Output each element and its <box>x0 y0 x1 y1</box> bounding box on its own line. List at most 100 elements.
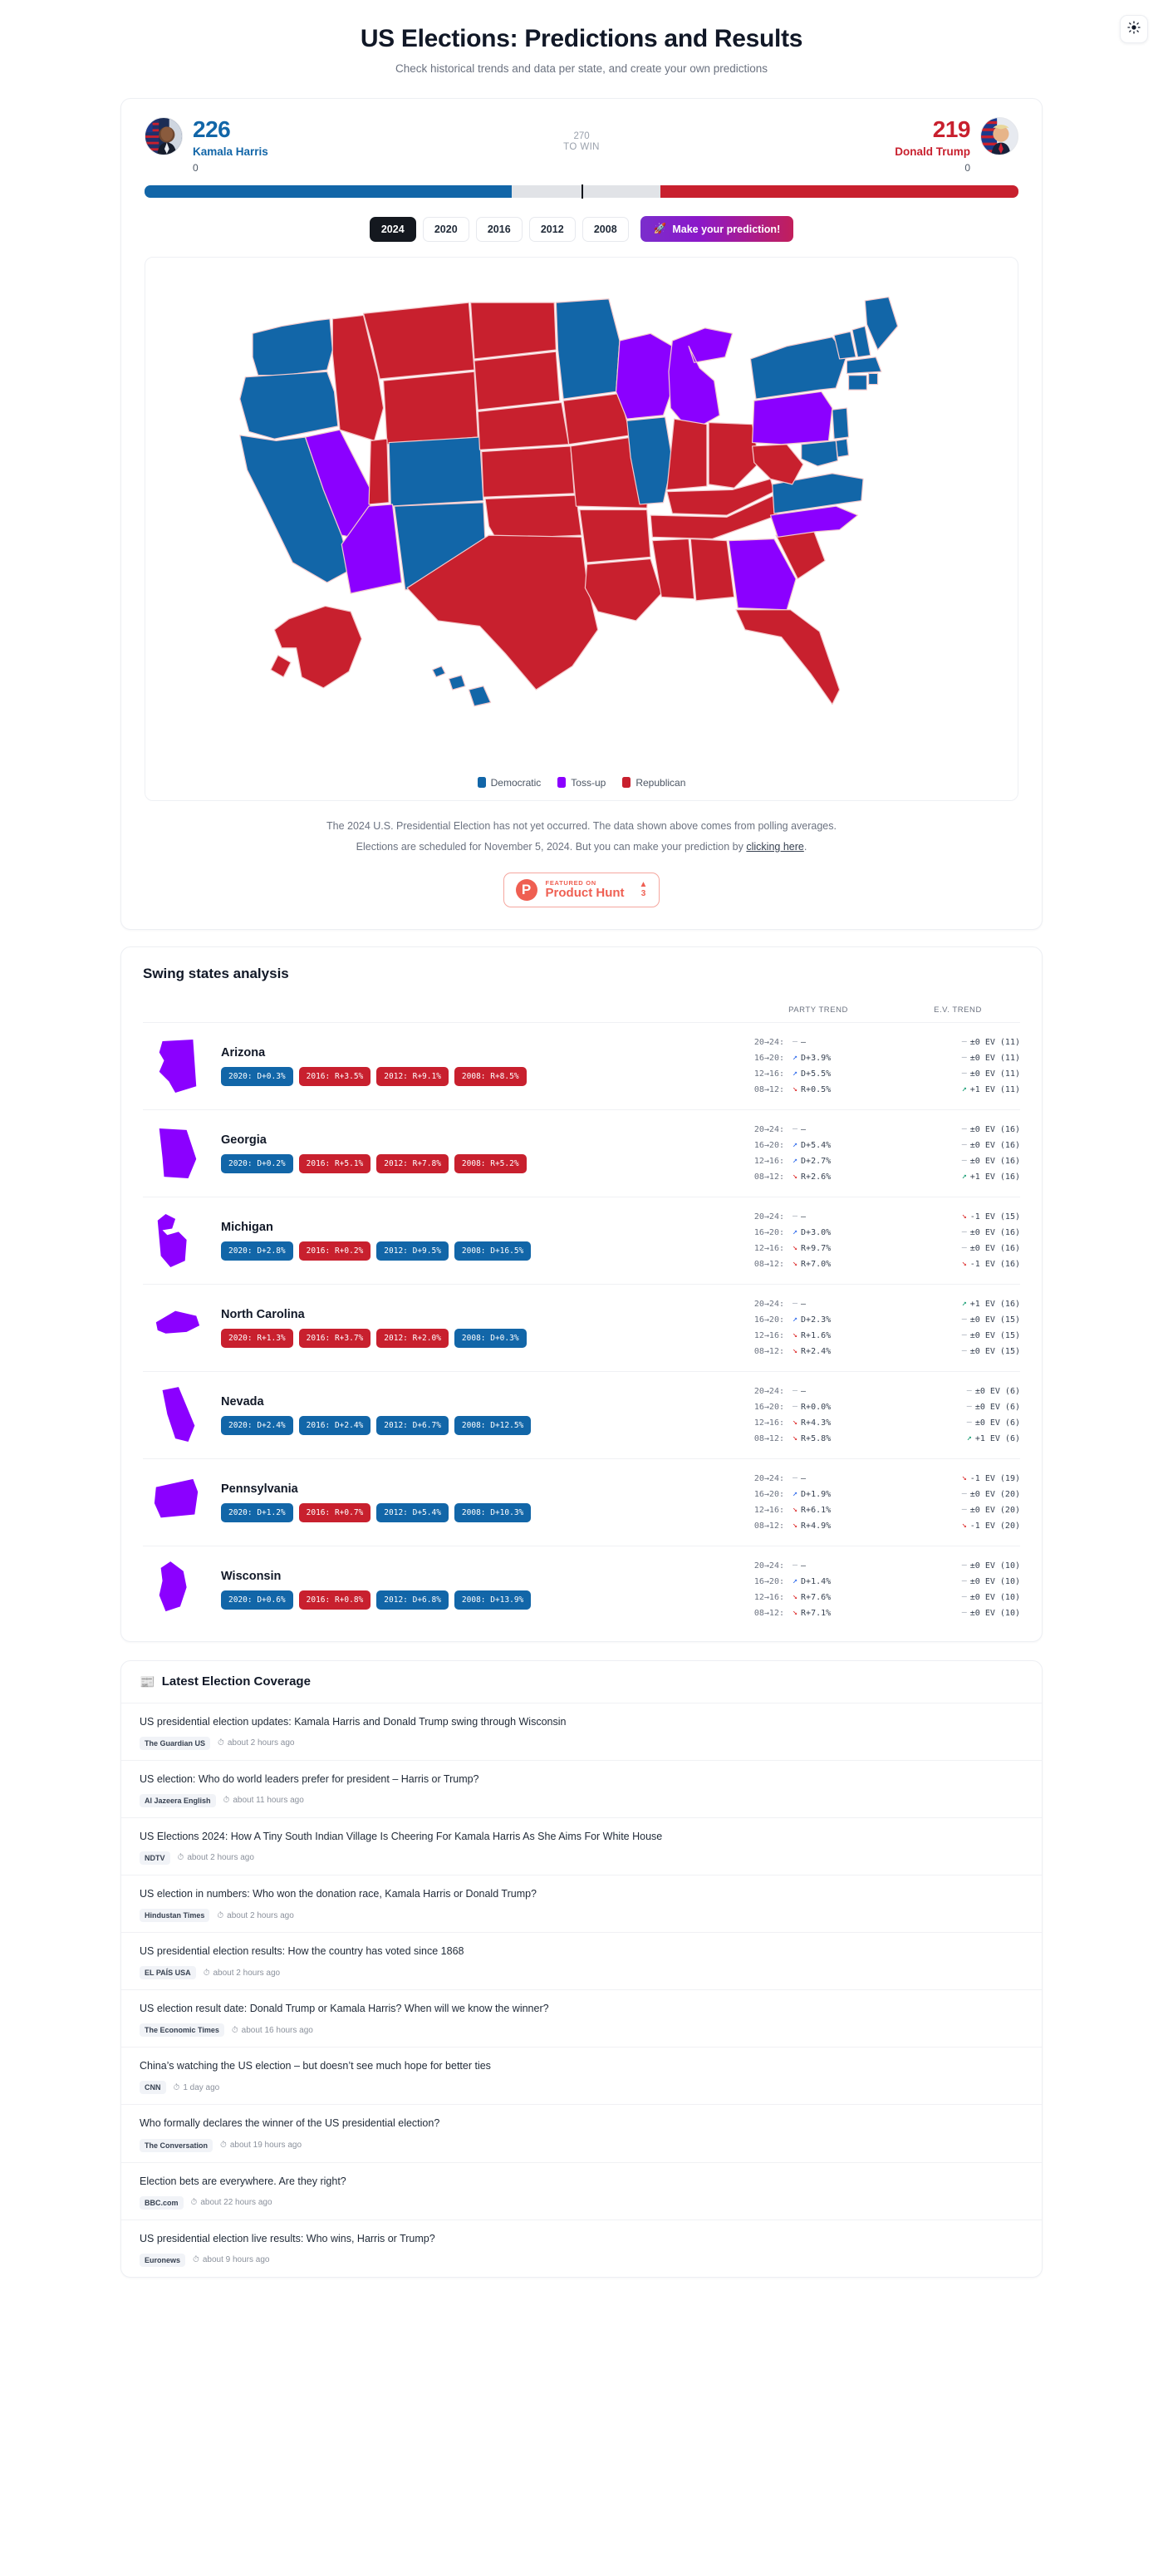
news-item[interactable]: Election bets are everywhere. Are they r… <box>121 2163 1042 2220</box>
state-RI[interactable] <box>868 372 879 386</box>
trend-party-value: R+0.0% <box>801 1402 832 1412</box>
harris-states-won: 0 <box>193 162 199 174</box>
state-name: Nevada <box>221 1394 264 1408</box>
state-CT[interactable] <box>847 375 868 391</box>
state-AK[interactable] <box>273 605 362 689</box>
trend-table: 20→24: – – ↘ -1 EV (15) 16→20: ↗ D+3.0% – ±0 EV (… <box>741 1209 1020 1272</box>
state-HI-2[interactable] <box>448 674 466 691</box>
trend-party-value: R+2.6% <box>801 1172 832 1182</box>
disclaimer-line-2: Elections are scheduled for November 5, … <box>155 837 1008 858</box>
tab-2024[interactable]: 2024 <box>369 216 416 242</box>
state-MI[interactable] <box>668 327 734 433</box>
trend-party: ↘ R+6.1% <box>793 1506 896 1515</box>
state-row[interactable]: Wisconsin 2020: D+0.6% 2016: R+0.8% 2012: D… <box>143 1546 1020 1633</box>
news-item[interactable]: Who formally declares the winner of the … <box>121 2105 1042 2163</box>
state-WA[interactable] <box>252 318 333 376</box>
state-row[interactable]: Pennsylvania 2020: D+1.2% 2016: R+0.7% 2012… <box>143 1459 1020 1546</box>
news-item[interactable]: US election in numbers: Who won the dona… <box>121 1875 1042 1933</box>
state-NE[interactable] <box>477 401 570 450</box>
trend-party-value: D+3.9% <box>801 1053 832 1063</box>
trend-ev: – ±0 EV (16) <box>896 1125 1020 1134</box>
trend-row: 16→20: ↗ D+3.0% – ±0 EV (16) <box>741 1225 1020 1241</box>
state-PA[interactable] <box>752 391 833 445</box>
tab-2008[interactable]: 2008 <box>582 216 629 242</box>
news-item[interactable]: US election: Who do world leaders prefer… <box>121 1761 1042 1818</box>
state-row[interactable]: Georgia 2020: D+0.2% 2016: R+5.1% 2012: R+7… <box>143 1110 1020 1197</box>
trend-ev-value: +1 EV (16) <box>969 1299 1020 1309</box>
state-FL[interactable] <box>735 609 841 705</box>
news-item-title: Who formally declares the winner of the … <box>140 2117 440 2130</box>
state-MD[interactable] <box>801 440 839 467</box>
state-WY[interactable] <box>382 371 478 445</box>
state-WI[interactable] <box>615 332 677 420</box>
tab-2016[interactable]: 2016 <box>475 216 523 242</box>
trend-ev: – ±0 EV (20) <box>896 1490 1020 1499</box>
make-prediction-button[interactable]: 🚀 Make your prediction! <box>640 216 794 242</box>
news-item-title: China’s watching the US election – but d… <box>140 2060 491 2072</box>
state-row[interactable]: North Carolina 2020: R+1.3% 2016: R+3.7% 20… <box>143 1285 1020 1372</box>
trend-party: ↘ R+7.1% <box>793 1609 896 1618</box>
theme-toggle-button[interactable] <box>1120 15 1148 43</box>
state-OR[interactable] <box>239 371 339 440</box>
trend-party-value: R+4.3% <box>801 1418 832 1428</box>
trend-row: 12→16: ↘ R+1.6% – ±0 EV (15) <box>741 1328 1020 1344</box>
state-ND[interactable] <box>469 302 557 360</box>
news-source-badge: BBC.com <box>140 2195 184 2210</box>
news-item-title: US presidential election live results: W… <box>140 2232 435 2244</box>
product-hunt-name: Product Hunt <box>545 886 625 901</box>
trend-period: 20→24: <box>753 1561 784 1571</box>
trend-ev: – ±0 EV (10) <box>896 1593 1020 1602</box>
trend-ev: ↘ -1 EV (20) <box>896 1522 1020 1531</box>
product-hunt-section: P FEATURED ON Product Hunt ▲ 3 <box>121 866 1042 929</box>
state-row[interactable]: Nevada 2020: D+2.4% 2016: D+2.4% 2012: D+6.… <box>143 1372 1020 1459</box>
tab-2012[interactable]: 2012 <box>528 216 576 242</box>
ev-arrow-flat-icon: – <box>961 1608 967 1617</box>
state-LA[interactable] <box>584 558 662 622</box>
news-item[interactable]: US presidential election updates: Kamala… <box>121 1703 1042 1761</box>
news-item[interactable]: US presidential election results: How th… <box>121 1933 1042 1991</box>
state-MT[interactable] <box>362 302 475 380</box>
tab-2020[interactable]: 2020 <box>422 216 469 242</box>
news-item[interactable]: US presidential election live results: W… <box>121 2220 1042 2277</box>
state-NJ[interactable] <box>832 407 850 440</box>
trend-party-value: R+0.5% <box>801 1084 832 1094</box>
news-card: 📰 Latest Election Coverage US presidenti… <box>120 1659 1043 2278</box>
state-row[interactable]: Arizona 2020: D+0.3% 2016: R+3.5% 2012: R+9… <box>143 1023 1020 1110</box>
state-IN[interactable] <box>666 418 708 491</box>
clicking-here-link[interactable]: clicking here <box>746 841 803 853</box>
state-DE[interactable] <box>835 438 850 458</box>
result-chip: 2012: D+6.8% <box>376 1590 449 1610</box>
news-source-badge: Hindustan Times <box>140 1909 210 1922</box>
us-electoral-map[interactable] <box>145 258 1018 772</box>
state-SD[interactable] <box>474 351 561 410</box>
state-WV[interactable] <box>752 444 804 485</box>
news-time-text: about 2 hours ago <box>213 1968 281 1978</box>
map-legend: Democratic Toss-up Republican <box>145 772 1018 800</box>
state-ME[interactable] <box>864 296 899 351</box>
state-AR[interactable] <box>579 509 651 563</box>
state-AL[interactable] <box>689 538 735 602</box>
state-shape-arizona <box>143 1036 211 1096</box>
trend-period: 08→12: <box>753 1172 784 1182</box>
state-MA[interactable] <box>846 356 882 375</box>
state-KS[interactable] <box>481 445 575 498</box>
state-NY[interactable] <box>749 337 847 400</box>
state-HI-3[interactable] <box>468 686 492 707</box>
product-hunt-badge[interactable]: P FEATURED ON Product Hunt ▲ 3 <box>503 872 660 907</box>
state-HI-1[interactable] <box>432 666 446 678</box>
state-UT[interactable] <box>368 438 390 505</box>
state-MN[interactable] <box>555 298 621 400</box>
trend-party: ↗ D+2.3% <box>793 1315 896 1325</box>
state-row[interactable]: Michigan 2020: D+2.8% 2016: R+0.2% 2012: D+… <box>143 1197 1020 1285</box>
state-CO[interactable] <box>388 436 484 507</box>
news-item[interactable]: US Elections 2024: How A Tiny South Indi… <box>121 1818 1042 1875</box>
us-map-svg[interactable] <box>145 263 1018 772</box>
state-OH[interactable] <box>708 421 760 489</box>
news-item[interactable]: China’s watching the US election – but d… <box>121 2048 1042 2106</box>
trend-table: 20→24: – – – ±0 EV (11) 16→20: ↗ D+3.9% – ±0 EV (… <box>741 1035 1020 1098</box>
news-item[interactable]: US election result date: Donald Trump or… <box>121 1990 1042 2048</box>
trend-ev-value: ±0 EV (10) <box>969 1561 1020 1571</box>
legend-item-democratic: Democratic <box>477 776 541 789</box>
state-OK[interactable] <box>484 494 582 540</box>
state-AK-tail[interactable] <box>270 654 292 678</box>
